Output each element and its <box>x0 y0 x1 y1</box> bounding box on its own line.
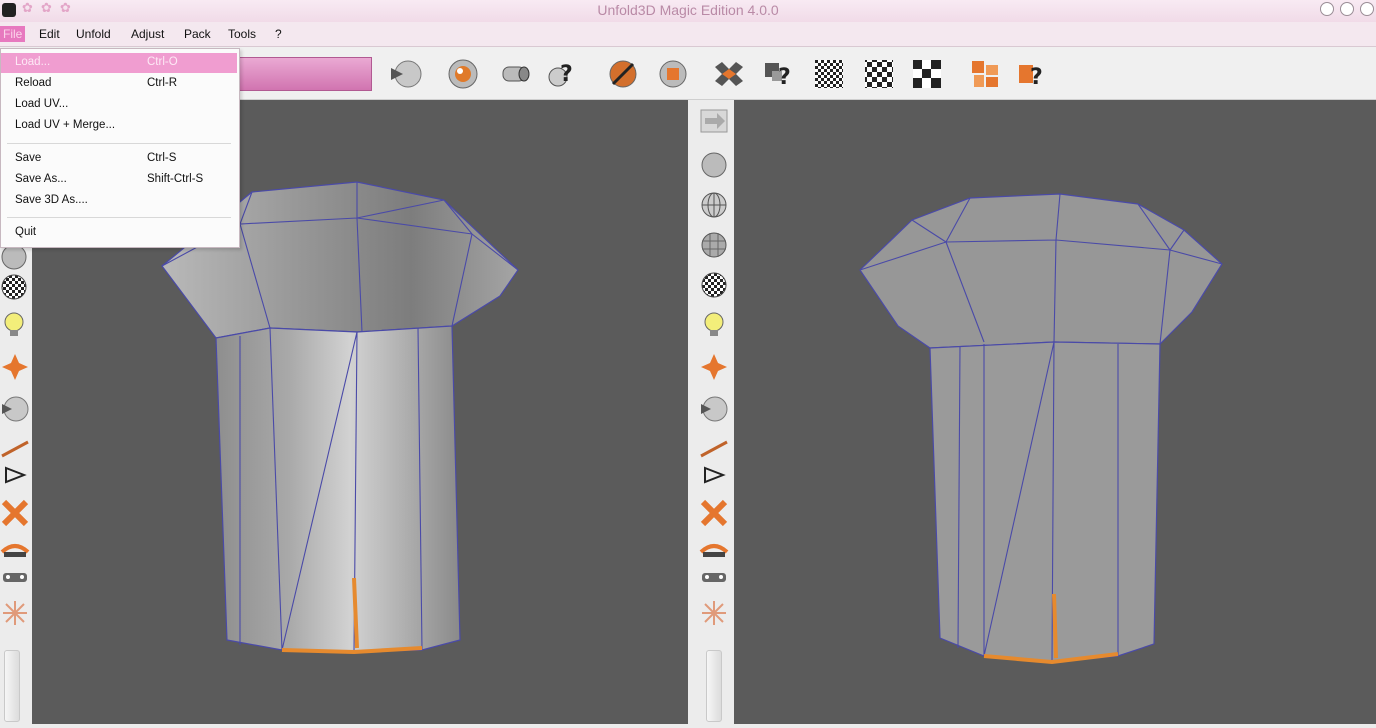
progress-bar <box>236 57 372 91</box>
menu-tools[interactable]: Tools <box>225 26 259 42</box>
checker-sphere-icon[interactable] <box>0 272 30 302</box>
light-bulb-icon[interactable] <box>0 310 30 340</box>
menu-item-load[interactable]: Load... Ctrl-O <box>1 53 237 73</box>
triangle-icon[interactable] <box>699 460 729 490</box>
pack-icon[interactable] <box>968 57 1002 91</box>
menu-item-reload[interactable]: Reload Ctrl-R <box>1 74 237 94</box>
menu-separator <box>7 143 231 144</box>
checker-small-icon[interactable] <box>812 57 846 91</box>
menu-bar: File Edit Unfold Adjust Pack Tools ? <box>0 22 1376 47</box>
view-sphere-icon[interactable] <box>0 394 30 424</box>
menu-file[interactable]: File <box>0 26 26 42</box>
svg-text:?: ? <box>1030 65 1043 90</box>
move-icon[interactable] <box>0 352 30 382</box>
relax-icon[interactable] <box>699 562 729 592</box>
light-bulb-icon[interactable] <box>699 310 729 340</box>
help-pack-icon[interactable]: ? <box>1016 57 1050 91</box>
unfold-tool-icon[interactable] <box>712 57 746 91</box>
cut-edge-icon[interactable] <box>606 57 640 91</box>
title-bar: ✿ ✿ ✿ Unfold3D Magic Edition 4.0.0 <box>0 0 1376 22</box>
maximize-icon[interactable] <box>1340 2 1354 16</box>
arrow-right-icon[interactable] <box>699 106 729 136</box>
menu-item-save-as[interactable]: Save As... Shift-Ctrl-S <box>1 170 237 190</box>
right-tool-column <box>696 100 732 724</box>
menu-help[interactable]: ? <box>272 26 285 42</box>
minimize-icon[interactable] <box>1320 2 1334 16</box>
help-unfold-icon[interactable]: ? <box>762 57 796 91</box>
menu-item-save[interactable]: Save Ctrl-S <box>1 149 237 169</box>
checker-large-icon[interactable] <box>910 57 944 91</box>
triangle-icon[interactable] <box>0 460 30 490</box>
wire-sphere-icon[interactable] <box>699 190 729 220</box>
stop-icon[interactable] <box>656 57 690 91</box>
grid-sphere-icon[interactable] <box>699 230 729 260</box>
svg-text:?: ? <box>560 62 573 87</box>
cylinder-icon[interactable] <box>498 57 532 91</box>
spider-icon[interactable] <box>699 598 729 628</box>
checker-sphere-icon[interactable] <box>699 270 729 300</box>
help-tool-icon[interactable]: ? <box>546 57 580 91</box>
right-slider[interactable] <box>706 650 722 722</box>
left-slider[interactable] <box>4 650 20 722</box>
file-menu-dropdown: Load... Ctrl-O Reload Ctrl-R Load UV... … <box>0 48 240 248</box>
checker-medium-icon[interactable] <box>862 57 896 91</box>
mesh-uv-render <box>859 193 1223 665</box>
render-sphere-icon[interactable] <box>446 57 480 91</box>
menu-adjust[interactable]: Adjust <box>128 26 167 42</box>
menu-item-quit[interactable]: Quit <box>1 223 237 243</box>
menu-item-save-3d-as[interactable]: Save 3D As.... <box>1 191 237 211</box>
menu-unfold[interactable]: Unfold <box>73 26 114 42</box>
menu-pack[interactable]: Pack <box>181 26 214 42</box>
window-title: Unfold3D Magic Edition 4.0.0 <box>597 2 779 18</box>
close-icon[interactable] <box>1360 2 1374 16</box>
move-icon[interactable] <box>699 352 729 382</box>
spider-icon[interactable] <box>0 598 30 628</box>
svg-text:?: ? <box>778 65 791 90</box>
view-sphere-icon[interactable] <box>699 394 729 424</box>
uv-view-icon[interactable] <box>388 57 422 91</box>
viewport-uv[interactable] <box>734 100 1376 724</box>
relax-icon[interactable] <box>0 562 30 592</box>
menu-item-load-uv-merge[interactable]: Load UV + Merge... <box>1 116 237 136</box>
menu-separator <box>7 217 231 218</box>
menu-item-load-uv[interactable]: Load UV... <box>1 95 237 115</box>
cut-icon[interactable] <box>699 498 729 528</box>
sphere-icon[interactable] <box>699 150 729 180</box>
cut-icon[interactable] <box>0 498 30 528</box>
menu-edit[interactable]: Edit <box>36 26 63 42</box>
